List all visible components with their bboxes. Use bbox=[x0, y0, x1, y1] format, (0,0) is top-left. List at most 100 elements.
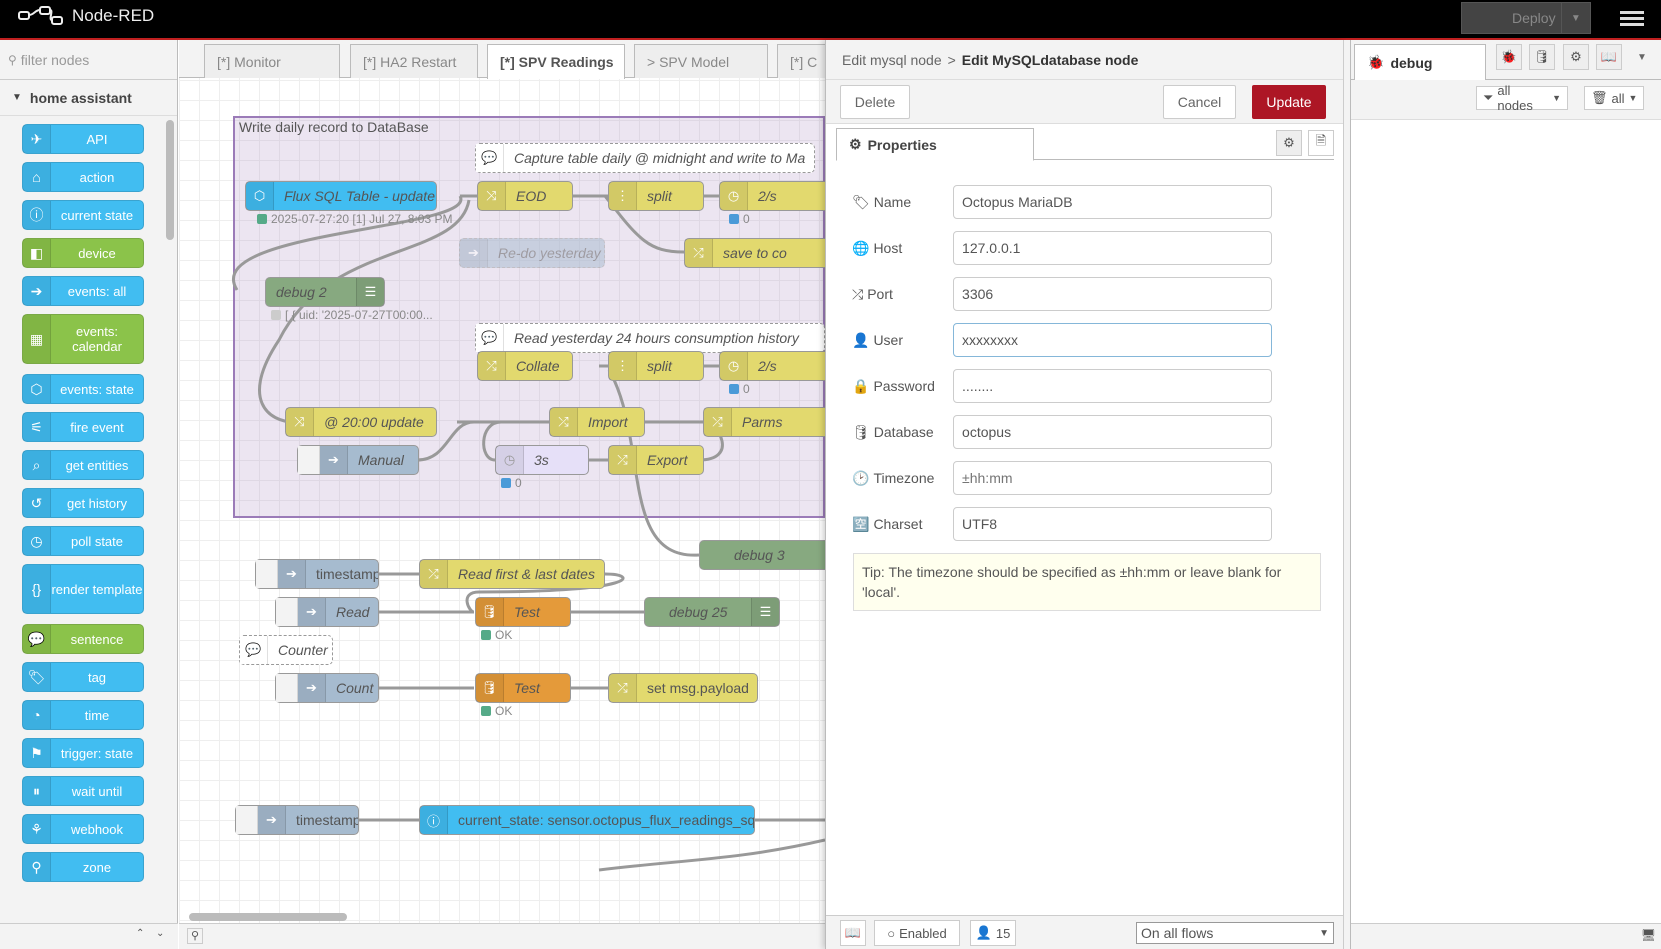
count-inject-node[interactable]: ➔ Count bbox=[275, 673, 379, 703]
palette-node-tag[interactable]: 🏷 tag bbox=[22, 662, 144, 692]
palette-node-device[interactable]: ◧ device bbox=[22, 238, 144, 268]
shuffle-icon: ⤮ bbox=[420, 560, 448, 588]
signpost-icon: ⚑ bbox=[23, 739, 51, 767]
timestamp-inject-node-1[interactable]: ➔ timestamp bbox=[255, 559, 379, 589]
clear-button[interactable]: 🗑 all ▼ bbox=[1584, 86, 1644, 110]
sidebar-menu-chevron-icon[interactable]: ▼ bbox=[1637, 52, 1647, 63]
inject-button-icon[interactable] bbox=[276, 598, 298, 626]
flow-workspace[interactable]: [*] Monitor [*] HA2 Restart [*] SPV Read… bbox=[179, 40, 837, 949]
palette-node-fire-event[interactable]: ⚟ fire event bbox=[22, 412, 144, 442]
redo-yesterday-node[interactable]: ➔ Re-do yesterday bbox=[459, 238, 605, 268]
palette-node-current-state[interactable]: ⓘ current state bbox=[22, 200, 144, 230]
scope-select[interactable]: On all flows ▼ bbox=[1136, 922, 1334, 944]
node-help-book-icon[interactable]: 📖 bbox=[840, 920, 866, 946]
palette-node-events-calendar[interactable]: ▦ events: calendar bbox=[22, 314, 144, 364]
description-doc-icon[interactable]: 🗎 bbox=[1308, 130, 1334, 156]
mysql-test-node-1[interactable]: 🛢 Test bbox=[475, 597, 571, 627]
database-field[interactable] bbox=[953, 415, 1272, 449]
help-book-icon[interactable]: 📖 bbox=[1596, 44, 1622, 70]
palette-node-events-all[interactable]: ➔ events: all bbox=[22, 276, 144, 306]
palette-node-get-history[interactable]: ↺ get history bbox=[22, 488, 144, 518]
flux-sql-node[interactable]: ⬡ Flux SQL Table - update bbox=[245, 181, 437, 211]
user-field[interactable] bbox=[953, 323, 1272, 357]
name-label: 🏷 Name bbox=[852, 193, 912, 211]
palette-category-header[interactable]: ▼ home assistant bbox=[0, 80, 177, 116]
port-field[interactable] bbox=[953, 277, 1272, 311]
cancel-button[interactable]: Cancel bbox=[1163, 85, 1236, 119]
read-inject-node[interactable]: ➔ Read bbox=[275, 597, 379, 627]
palette-scrollbar[interactable] bbox=[166, 120, 174, 240]
comment-read-yesterday[interactable]: 💬 Read yesterday 24 hours consumption his… bbox=[475, 323, 825, 353]
hamburger-menu-icon[interactable] bbox=[1620, 8, 1644, 28]
deploy-dropdown-icon[interactable]: ▼ bbox=[1560, 3, 1590, 33]
palette-node-render-template[interactable]: {} render template bbox=[22, 564, 144, 614]
import-node[interactable]: ⤮ Import bbox=[549, 407, 645, 437]
settings-gear-icon[interactable]: ⚙ bbox=[1276, 130, 1302, 156]
debug-bug-icon[interactable]: 🐞 bbox=[1496, 44, 1522, 70]
inject-button-icon[interactable] bbox=[236, 806, 258, 834]
switch-eod-node[interactable]: ⤨ EOD bbox=[477, 181, 573, 211]
filter-nodes-button[interactable]: ⏷ all nodes ▼ bbox=[1476, 83, 1568, 113]
delay-3s-node[interactable]: ◷ 3s bbox=[495, 445, 589, 475]
debug-25-node[interactable]: debug 25 ☰ bbox=[644, 597, 780, 627]
host-field[interactable] bbox=[953, 231, 1272, 265]
debug-2-node[interactable]: debug 2 ☰ bbox=[265, 277, 385, 307]
manual-inject-node[interactable]: ➔ Manual bbox=[297, 445, 419, 475]
split-node-2[interactable]: ⋮ split bbox=[608, 351, 704, 381]
breadcrumb-parent[interactable]: Edit mysql node bbox=[842, 52, 942, 68]
palette-node-time[interactable]: ◔ time bbox=[22, 700, 144, 730]
tab-properties[interactable]: ⚙ Properties bbox=[836, 128, 1034, 161]
password-field[interactable] bbox=[953, 369, 1272, 403]
palette-node-api[interactable]: ✈ API bbox=[22, 124, 144, 154]
save-change-node[interactable]: ⤮ save to co bbox=[684, 238, 825, 268]
current-state-node[interactable]: ⓘ current_state: sensor.octopus_flux_read… bbox=[419, 805, 755, 835]
enabled-toggle[interactable]: ○ Enabled bbox=[874, 920, 960, 946]
palette-node-poll-state[interactable]: ◷ poll state bbox=[22, 526, 144, 556]
tab-debug[interactable]: 🐞 debug bbox=[1354, 44, 1486, 80]
palette-search[interactable]: ⚲ filter nodes bbox=[0, 40, 177, 80]
charset-field[interactable] bbox=[953, 507, 1272, 541]
search-icon[interactable]: ⚲ bbox=[187, 928, 203, 944]
update-button[interactable]: Update bbox=[1252, 85, 1326, 119]
at-2000-node[interactable]: ⤨ @ 20:00 update bbox=[285, 407, 437, 437]
rate-limit-node-1[interactable]: ◷ 2/s bbox=[719, 181, 825, 211]
timezone-field[interactable] bbox=[953, 461, 1272, 495]
palette-node-wait-until[interactable]: ⏸ wait until bbox=[22, 776, 144, 806]
users-count-button[interactable]: 👤 15 bbox=[970, 920, 1016, 946]
name-field[interactable] bbox=[953, 185, 1272, 219]
config-gear-icon[interactable]: ⚙ bbox=[1563, 44, 1589, 70]
split-node-1[interactable]: ⋮ split bbox=[608, 181, 704, 211]
inject-button-icon[interactable] bbox=[256, 560, 278, 588]
export-node[interactable]: ⤮ Export bbox=[608, 445, 704, 475]
debug-3-node[interactable]: debug 3 bbox=[699, 540, 825, 570]
palette-node-action[interactable]: ⌂ action bbox=[22, 162, 144, 192]
set-payload-node[interactable]: ⤮ set msg.payload bbox=[608, 673, 758, 703]
broadcast-icon: ⚟ bbox=[23, 413, 51, 441]
rate-limit-node-2[interactable]: ◷ 2/s bbox=[719, 351, 825, 381]
palette-node-events-state[interactable]: ⬡ events: state bbox=[22, 374, 144, 404]
context-database-icon[interactable]: 🛢 bbox=[1529, 44, 1555, 70]
palette-node-webhook[interactable]: ⚘ webhook bbox=[22, 814, 144, 844]
palette-node-get-entities[interactable]: ⌕ get entities bbox=[22, 450, 144, 480]
comment-counter[interactable]: 💬 Counter bbox=[239, 635, 333, 665]
parms-node[interactable]: ⤮ Parms bbox=[703, 407, 825, 437]
read-first-last-node[interactable]: ⤮ Read first & last dates bbox=[419, 559, 605, 589]
deploy-button[interactable]: Deploy ▼ bbox=[1461, 2, 1591, 34]
delete-button[interactable]: Delete bbox=[840, 85, 910, 119]
comment-capture[interactable]: 💬 Capture table daily @ midnight and writ… bbox=[475, 143, 815, 173]
timestamp-inject-node-2[interactable]: ➔ timestamp bbox=[235, 805, 359, 835]
palette-node-sentence[interactable]: 💬 sentence bbox=[22, 624, 144, 654]
palette-node-trigger-state[interactable]: ⚑ trigger: state bbox=[22, 738, 144, 768]
workspace-horizontal-scrollbar[interactable] bbox=[189, 913, 347, 921]
palette-node-label: sentence bbox=[70, 631, 124, 647]
mysql-test-node-2[interactable]: 🛢 Test bbox=[475, 673, 571, 703]
collapse-all-icon[interactable]: ⌃ bbox=[136, 928, 144, 939]
collate-node[interactable]: ⤮ Collate bbox=[477, 351, 573, 381]
expand-all-icon[interactable]: ⌄ bbox=[156, 928, 164, 939]
inject-button-icon[interactable] bbox=[276, 674, 298, 702]
palette-node-zone[interactable]: ⚲ zone bbox=[22, 852, 144, 882]
monitor-icon[interactable]: 🖥 bbox=[1641, 928, 1656, 942]
sidebar-separator[interactable] bbox=[1343, 40, 1350, 949]
inject-button-icon[interactable] bbox=[298, 446, 320, 474]
palette-filter-input[interactable]: filter nodes bbox=[21, 52, 89, 68]
